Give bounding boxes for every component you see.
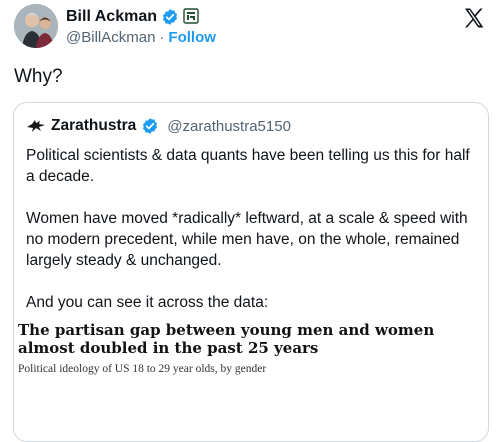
- quoted-paragraph: And you can see it across the data:: [26, 294, 269, 311]
- author-avatar[interactable]: [14, 4, 58, 48]
- tweet-text: Why?: [14, 66, 63, 87]
- quoted-tweet-header: Zarathustra @zarathustra5150: [26, 115, 291, 137]
- quoted-tweet-body: Political scientists & data quants have …: [26, 145, 476, 334]
- author-name-row: Bill Ackman: [66, 6, 201, 28]
- author-handle-row: @BillAckman · Follow: [66, 29, 216, 46]
- verified-badge-icon: [161, 8, 179, 26]
- quoted-paragraph: Women have moved *radically* leftward, a…: [26, 210, 468, 269]
- separator-dot: ·: [159, 29, 165, 46]
- article-headline: The partisan gap between young men and w…: [18, 321, 435, 357]
- verified-badge-icon: [141, 117, 159, 135]
- quoted-author-handle[interactable]: @zarathustra5150: [167, 118, 291, 135]
- x-logo-icon[interactable]: [462, 6, 486, 30]
- tweet-card: Bill Ackman @BillAckman · Follow Why? Za…: [0, 0, 500, 442]
- affiliate-badge-icon: [183, 8, 201, 26]
- author-handle[interactable]: @BillAckman: [66, 29, 155, 46]
- quoted-author-avatar[interactable]: [26, 116, 46, 136]
- author-display-name[interactable]: Bill Ackman: [66, 8, 157, 26]
- quoted-paragraph: Political scientists & data quants have …: [26, 147, 470, 185]
- follow-button[interactable]: Follow: [168, 29, 216, 46]
- article-subheading: Political ideology of US 18 to 29 year o…: [18, 363, 267, 375]
- quoted-author-name[interactable]: Zarathustra: [51, 117, 136, 135]
- quoted-tweet[interactable]: Zarathustra @zarathustra5150 Political s…: [13, 102, 489, 442]
